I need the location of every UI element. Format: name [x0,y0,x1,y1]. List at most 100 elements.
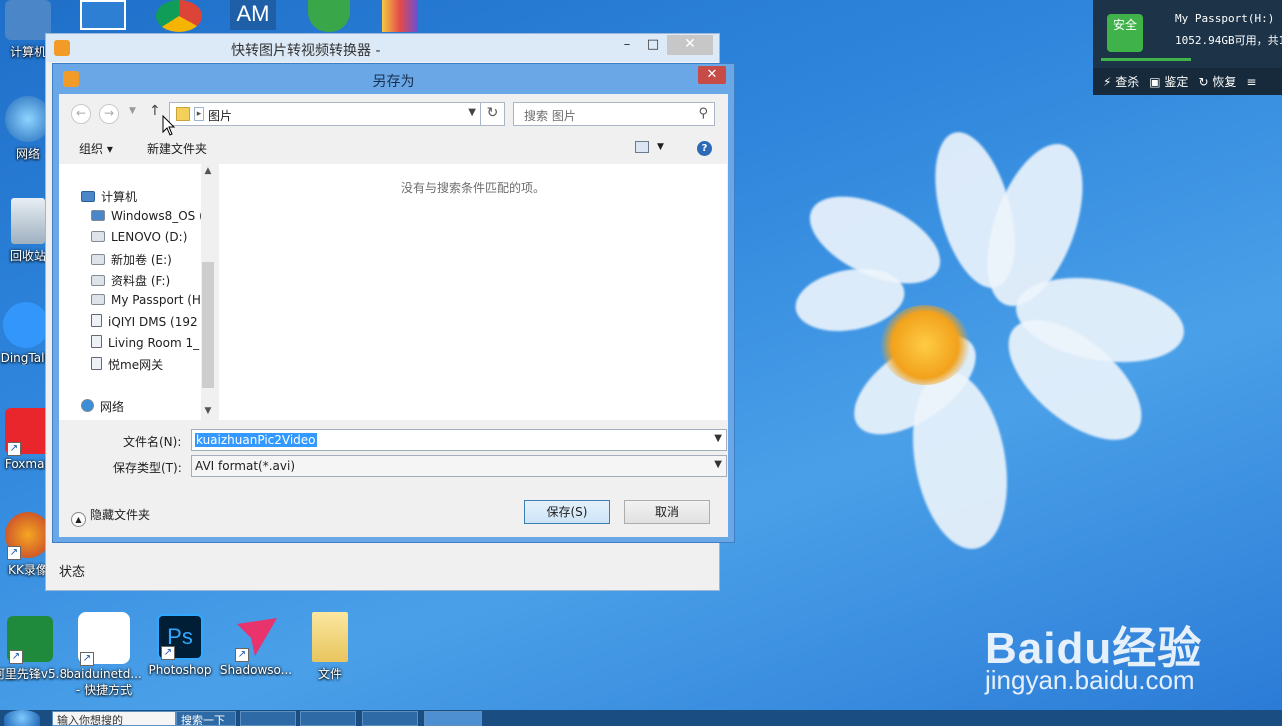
address-dropdown-icon[interactable]: ▼ [468,107,476,118]
windows-tile-icon[interactable] [80,0,126,30]
navigation-pane: 计算机 Windows8_OS ( LENOVO (D:) 新加卷 (E:) 资… [59,164,215,420]
back-button[interactable]: ← [71,104,91,124]
collapse-up-icon: ▲ [71,512,86,527]
desktop-icon-assistant[interactable]: ↗ 阿里先锋v5.8 [0,616,68,682]
organize-menu[interactable]: 组织 ▾ [79,140,113,157]
media-server-icon [91,314,102,327]
help-icon[interactable]: ? [697,141,712,156]
recent-locations-dropdown[interactable]: ▼ [129,106,136,116]
scan-progress-bar [1101,58,1191,61]
shortcut-arrow-icon: ↗ [9,650,23,664]
media-server-icon [91,335,102,348]
dialog-title: 另存为 [372,74,415,90]
start-button[interactable] [4,710,40,726]
filetype-value: AVI format(*.avi) [195,459,296,473]
maximize-button[interactable]: □ [639,36,667,56]
forward-button[interactable]: → [99,104,119,124]
taskbar-app-green[interactable] [240,711,296,726]
app-icon [54,40,70,56]
tree-item-drive-d[interactable]: LENOVO (D:) [91,230,213,244]
navigation-bar: ← → ▼ ↑ ▸ 图片 ▼ ↻ 搜索 图片 ⚲ [59,94,728,132]
chrome-icon[interactable] [156,0,202,32]
minimize-button[interactable]: – [613,36,641,56]
search-icon: ⚲ [698,106,708,121]
scroll-down-arrow-icon[interactable]: ▼ [201,406,215,416]
safe-badge: 安全 [1107,14,1143,52]
tree-scrollbar[interactable]: ▲ ▼ [201,164,215,420]
hide-folders-toggle[interactable]: ▲ 隐藏文件夹 [71,506,150,527]
tree-item-computer[interactable]: 计算机 [81,188,203,205]
breadcrumb-pictures[interactable]: 图片 [208,107,232,124]
security-shield-icon[interactable] [308,0,350,32]
up-button[interactable]: ↑ [149,103,161,119]
search-input[interactable]: 搜索 图片 ⚲ [513,102,715,126]
drive-icon [91,275,105,286]
taskbar-app-photo[interactable] [362,711,418,726]
tree-item-network[interactable]: 网络 [81,398,203,415]
filename-label: 文件名(N): [123,435,182,449]
dialog-toolbar: 组织 ▾ 新建文件夹 ▼ ? [59,132,728,162]
media-server-icon [91,357,102,370]
tree-item-drive-h[interactable]: My Passport (H [91,293,213,307]
shortcut-arrow-icon: ↗ [161,646,175,660]
tree-item-living-room[interactable]: Living Room 1_ [91,335,213,350]
tree-item-drive-c[interactable]: Windows8_OS ( [91,209,213,223]
desktop-icon-baidunetdisk[interactable]: ↗ baiduinetd... - 快捷方式 [66,612,142,698]
recycle-bin-icon [11,198,45,244]
tree-item-yueme-gateway[interactable]: 悦me网关 [91,356,213,373]
taskbar-search-box[interactable]: 输入你想搜的 [52,711,176,726]
drive-icon [91,231,105,242]
close-button[interactable]: ✕ [667,35,713,55]
identify-button[interactable]: ▣ 鉴定 [1149,73,1188,90]
windows-drive-icon [91,210,105,221]
taskbar-app-converter[interactable] [424,711,482,726]
new-folder-button[interactable]: 新建文件夹 [147,140,207,157]
paper-plane-icon: ↗ [233,614,279,662]
address-bar[interactable]: ▸ 图片 ▼ [169,102,481,126]
am-app-icon[interactable]: AM [230,0,276,30]
desktop-icon-file[interactable]: 文件 [292,612,368,682]
save-button[interactable]: 保存(S) [524,500,610,524]
shortcut-arrow-icon: ↗ [80,652,94,666]
filetype-dropdown-icon[interactable]: ▼ [714,459,722,470]
computer-icon [81,191,95,202]
drive-icon [91,294,105,305]
view-options-icon[interactable] [635,141,649,153]
desktop-icon-shadowsocks[interactable]: ↗ Shadowso... [218,614,294,677]
view-dropdown-icon[interactable]: ▼ [657,142,664,152]
desktop-icon-photoshop[interactable]: Ps ↗ Photoshop [142,614,218,677]
empty-results-message: 没有与搜索条件匹配的项。 [400,181,545,195]
scrollbar-thumb[interactable] [202,262,214,388]
filetype-label: 保存类型(T): [113,461,182,475]
tree-item-drive-f[interactable]: 资料盘 (F:) [91,272,213,289]
refresh-button[interactable]: ↻ [481,102,505,126]
shortcut-arrow-icon: ↗ [7,546,21,560]
shortcut-arrow-icon: ↗ [7,442,21,456]
notebook-icon[interactable] [382,0,418,32]
more-menu-icon[interactable]: ≡ [1246,75,1256,89]
tree-item-drive-e[interactable]: 新加卷 (E:) [91,251,213,268]
scroll-up-arrow-icon[interactable]: ▲ [201,166,215,176]
taskbar-search-button[interactable]: 搜索一下 [176,711,236,726]
filename-input[interactable]: kuaizhuanPic2Video ▼ [191,429,727,451]
photoshop-icon: Ps ↗ [157,614,203,660]
file-list-pane[interactable]: 没有与搜索条件匹配的项。 [219,164,727,420]
restore-button[interactable]: ↻ 恢复 [1198,73,1236,90]
drive-icon [91,254,105,265]
cancel-button[interactable]: 取消 [624,500,710,524]
taskbar-app-explorer[interactable] [300,711,356,726]
flower-center [880,305,970,385]
filename-dropdown-icon[interactable]: ▼ [714,433,722,444]
filetype-select[interactable]: AVI format(*.avi) ▼ [191,455,727,477]
assistant-icon: ↗ [7,616,53,664]
breadcrumb-chevron-icon[interactable]: ▸ [194,107,204,121]
folder-icon [176,107,190,121]
filename-value: kuaizhuanPic2Video [195,433,317,447]
network-icon [81,399,94,412]
status-label: 状态 [59,565,86,580]
dialog-close-button[interactable]: ✕ [698,66,726,84]
dingtalk-icon [3,302,49,348]
tree-item-iqiyi-dms[interactable]: iQIYI DMS (192 [91,314,213,329]
search-placeholder: 搜索 图片 [524,109,576,123]
scan-button[interactable]: ⚡ 查杀 [1103,73,1139,90]
